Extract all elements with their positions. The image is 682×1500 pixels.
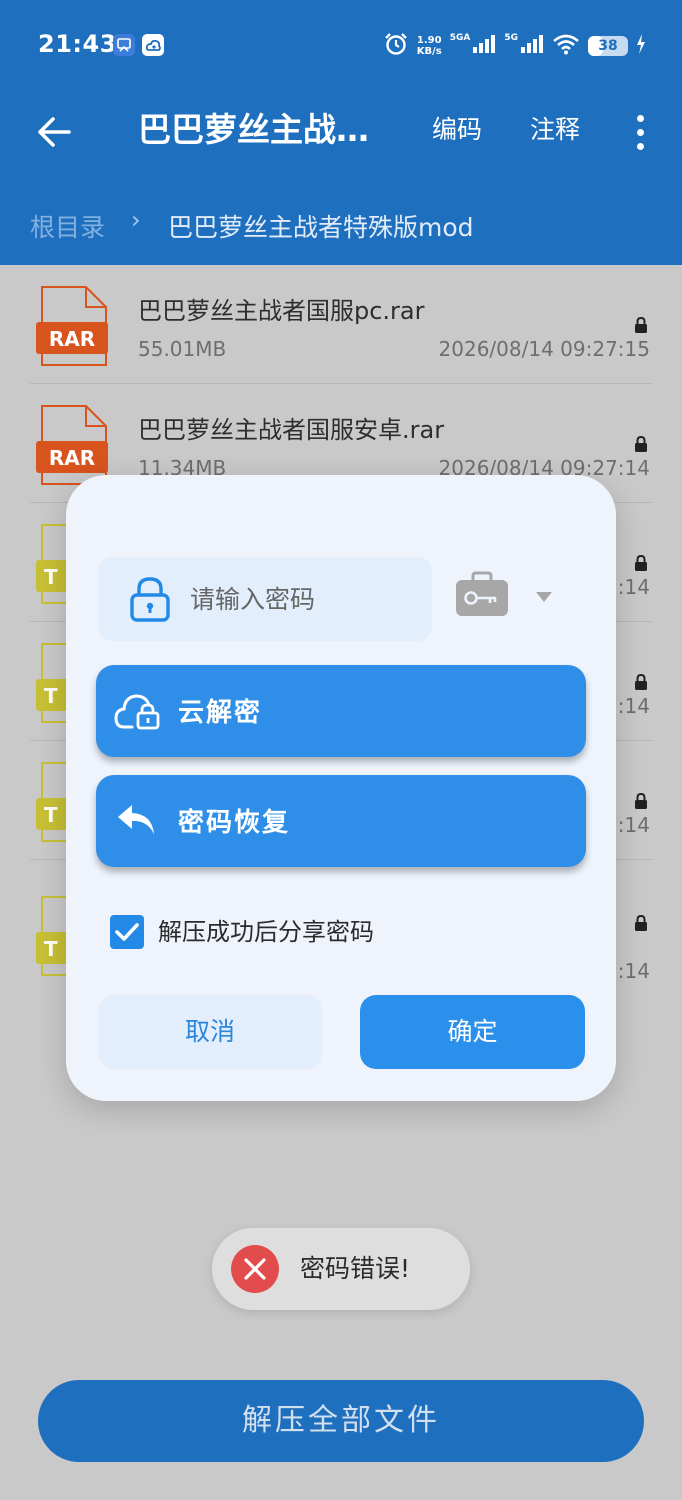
alarm-icon xyxy=(383,31,409,61)
extract-all-button[interactable]: 解压全部文件 xyxy=(38,1380,644,1462)
breadcrumb-current[interactable]: 巴巴萝丝主战者特殊版mod xyxy=(168,208,474,244)
battery-level: 38 xyxy=(598,38,618,54)
more-options-button[interactable] xyxy=(622,110,658,154)
encoding-button[interactable]: 编码 xyxy=(432,112,482,148)
error-toast: 密码错误! xyxy=(212,1228,470,1310)
lock-icon xyxy=(635,317,647,333)
svg-text:T: T xyxy=(44,684,58,708)
password-dialog: 云解密 密码恢复 解压成功后分享密码 取消 确定 xyxy=(66,475,616,1101)
breadcrumb: 根目录 › 巴巴萝丝主战者特殊版mod xyxy=(0,172,682,265)
dropdown-arrow-icon[interactable] xyxy=(536,592,552,602)
net-speed-value: 1.90 xyxy=(416,35,442,46)
net-speed-unit: KB/s xyxy=(416,46,442,57)
signal1-icon xyxy=(472,34,496,58)
file-name: 巴巴萝丝主战者国服安卓.rar xyxy=(138,416,445,444)
screenshot-app-icon xyxy=(113,34,135,56)
share-password-checkbox[interactable] xyxy=(110,915,144,949)
lock-icon xyxy=(635,555,647,571)
status-time: 21:43 xyxy=(38,30,117,58)
lock-icon xyxy=(635,915,647,931)
svg-text:T: T xyxy=(44,565,58,589)
cloud-lock-icon xyxy=(114,694,160,730)
key-manager-icon[interactable] xyxy=(454,571,510,619)
reply-arrow-icon xyxy=(118,805,154,834)
password-input[interactable] xyxy=(190,579,420,619)
more-dot-icon xyxy=(636,142,644,150)
signal1-label: 5GA xyxy=(449,33,471,43)
net-speed: 1.90 KB/s xyxy=(417,35,442,57)
password-recovery-label: 密码恢复 xyxy=(178,808,291,838)
lock-icon xyxy=(635,793,647,809)
signal2-label: 5G xyxy=(504,33,518,43)
more-dot-icon xyxy=(636,128,644,136)
cloud-decrypt-label: 云解密 xyxy=(178,698,263,728)
list-item[interactable]: RAR 巴巴萝丝主战者国服pc.rar 55.01MB 2026/08/14 0… xyxy=(0,265,682,384)
svg-text:RAR: RAR xyxy=(49,446,95,470)
error-x-icon xyxy=(231,1245,279,1293)
comment-button[interactable]: 注释 xyxy=(530,112,580,148)
app-bar: 巴巴萝丝主战者特殊版mod 编码 注释 xyxy=(0,92,682,172)
more-dot-icon xyxy=(636,114,644,122)
lock-icon xyxy=(635,436,647,452)
back-arrow-icon xyxy=(38,117,71,147)
battery-indicator: 38 xyxy=(588,36,628,56)
wifi-icon xyxy=(552,33,580,59)
charging-icon xyxy=(636,34,646,58)
cloud-app-icon xyxy=(142,34,164,56)
rar-file-icon: RAR xyxy=(36,405,108,485)
password-recovery-button[interactable]: 密码恢复 xyxy=(96,775,586,867)
confirm-button[interactable]: 确定 xyxy=(360,995,585,1069)
padlock-icon xyxy=(130,577,170,622)
file-name: 巴巴萝丝主战者国服pc.rar xyxy=(138,297,425,325)
password-field xyxy=(98,557,432,641)
back-button[interactable] xyxy=(30,108,78,156)
file-date: 2026/08/14 09:27:15 xyxy=(438,337,650,361)
rar-file-icon: RAR xyxy=(36,286,108,366)
cancel-button[interactable]: 取消 xyxy=(98,995,322,1069)
svg-text:RAR: RAR xyxy=(49,327,95,351)
status-bar: 21:43 1.90 KB/s 5GA 5G 38 xyxy=(0,0,682,92)
svg-text:T: T xyxy=(44,803,58,827)
signal2-icon xyxy=(520,34,544,58)
breadcrumb-separator: › xyxy=(131,206,141,234)
lock-icon xyxy=(635,674,647,690)
status-right-group: 1.90 KB/s 5GA 5G 38 xyxy=(383,28,646,64)
breadcrumb-root[interactable]: 根目录 xyxy=(30,208,105,244)
share-password-label: 解压成功后分享密码 xyxy=(158,918,374,946)
page-title: 巴巴萝丝主战者特殊版mod xyxy=(138,110,378,149)
toast-message: 密码错误! xyxy=(300,1254,411,1283)
svg-text:T: T xyxy=(44,937,58,961)
cloud-decrypt-button[interactable]: 云解密 xyxy=(96,665,586,757)
checkmark-icon xyxy=(115,923,139,941)
file-size: 55.01MB xyxy=(138,337,227,361)
